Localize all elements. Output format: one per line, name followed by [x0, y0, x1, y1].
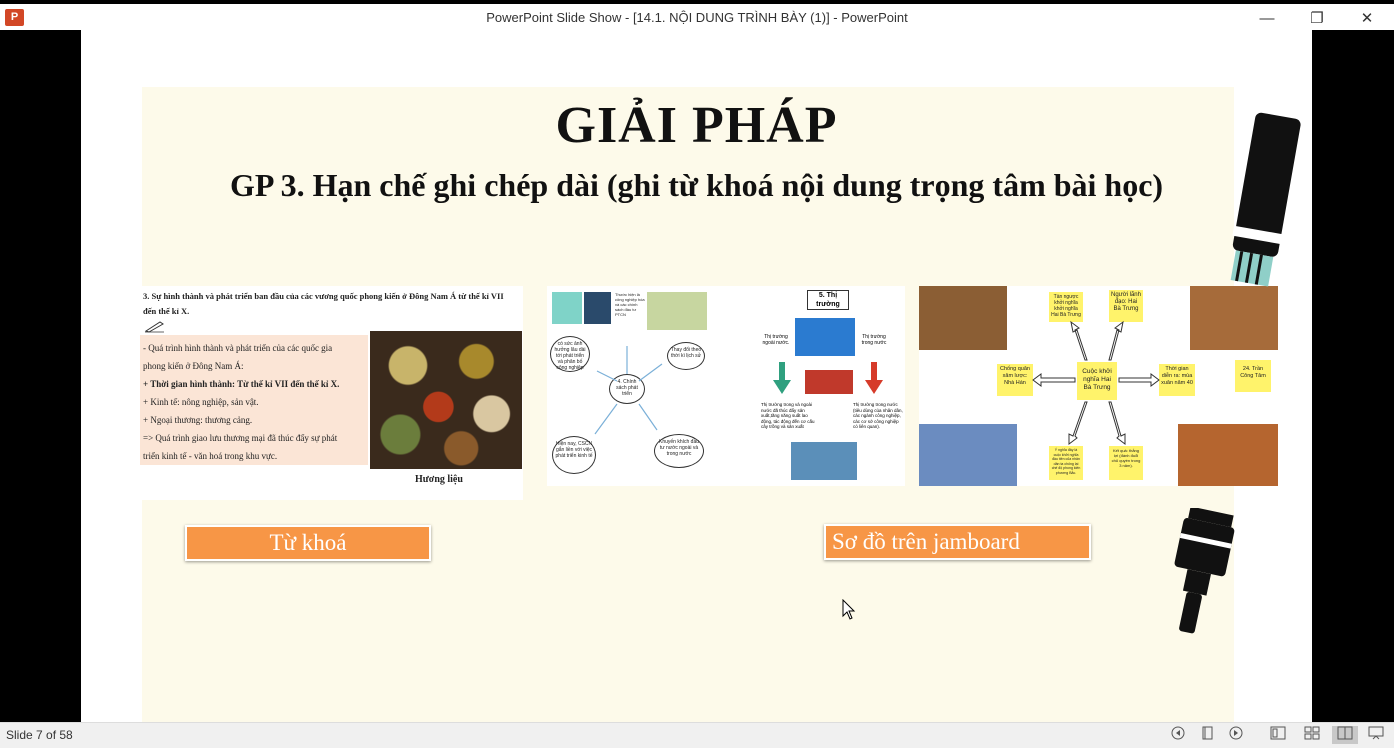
- slideshow-icon[interactable]: [1366, 726, 1386, 744]
- previous-icon[interactable]: [1168, 726, 1188, 744]
- reading-view-icon[interactable]: [1332, 726, 1358, 744]
- notes-line: + Kinh tế: nông nghiệp, sản vật.: [143, 397, 259, 407]
- notes-heading: 3. Sự hình thành và phát triển ban đầu c…: [143, 291, 504, 316]
- market-note-left: Thị trường trong và ngoài nước đã thúc đ…: [761, 402, 815, 429]
- notes-line: + Ngoại thương: thương cảng.: [143, 415, 253, 425]
- keywords-label[interactable]: Từ khoá: [185, 525, 431, 561]
- growth-image: [647, 292, 707, 330]
- market-in-label: Thị trường trong nước: [861, 334, 887, 346]
- slide-sorter-icon[interactable]: [1302, 726, 1322, 744]
- notes-line: triển kinh tế - văn hoá trong khu vực.: [143, 451, 278, 461]
- policy-market-diagram: Thước hiện là công nghiệp hóa và các chí…: [547, 286, 905, 486]
- keyword-notes-image: 3. Sự hình thành và phát triển ban đầu c…: [140, 286, 523, 500]
- slideshow-area[interactable]: GIẢI PHÁP GP 3. Hạn chế ghi chép dài (gh…: [0, 30, 1394, 722]
- note-top: Thước hiện là công nghiệp hóa và các chí…: [615, 292, 645, 317]
- slide-counter: Slide 7 of 58: [6, 728, 73, 742]
- window-title: PowerPoint Slide Show - [14.1. NỘI DUNG …: [486, 10, 908, 25]
- status-bar: Slide 7 of 58: [0, 722, 1394, 748]
- next-icon[interactable]: [1226, 726, 1246, 744]
- mouse-cursor-icon: [842, 599, 856, 620]
- notes-line: - Quá trình hình thành và phát triển của…: [143, 343, 333, 353]
- jamboard-mindmap: Tàn ngược khởi nghĩa khởi nghĩa Hai Bà T…: [919, 286, 1278, 486]
- market-note-right: Thị trường trong nước (tiêu dùng của nhâ…: [853, 402, 903, 429]
- market-out-label: Thị trường ngoài nước.: [762, 334, 790, 346]
- marker-pen-bottom-icon: [1174, 508, 1235, 634]
- market-title: 5. Thị trường: [807, 290, 849, 310]
- chart-image: [552, 292, 582, 324]
- slide-menu-icon[interactable]: [1197, 726, 1217, 744]
- slide[interactable]: GIẢI PHÁP GP 3. Hạn chế ghi chép dài (gh…: [81, 30, 1312, 722]
- slide-heading: GIẢI PHÁP: [555, 97, 838, 154]
- notes-body: - Quá trình hình thành và phát triển của…: [140, 335, 368, 465]
- market-arrows: [773, 362, 883, 394]
- notes-line: phong kiến ở Đông Nam Á:: [143, 361, 244, 371]
- city-image: [791, 442, 857, 480]
- notes-line: + Thời gian hình thành: Từ thế kỉ VII đế…: [143, 379, 340, 389]
- close-button[interactable]: ✕: [1344, 8, 1390, 30]
- market-image: [795, 318, 855, 356]
- diagram-arrows: [594, 346, 663, 435]
- restore-button[interactable]: ❐: [1294, 8, 1340, 30]
- mindmap-arrows: [1032, 320, 1160, 445]
- jamboard-label[interactable]: Sơ đồ trên jamboard: [824, 524, 1091, 560]
- photo-caption: Hương liệu: [415, 474, 463, 485]
- minimize-button[interactable]: —: [1244, 8, 1290, 30]
- pen-icon: [144, 321, 164, 333]
- notes-line: => Quá trình giao lưu thương mại đã thúc…: [143, 433, 338, 443]
- slide-subheading: GP 3. Hạn chế ghi chép dài (ghi từ khoá …: [229, 167, 1164, 203]
- spices-photo: [370, 331, 522, 469]
- businessman-image: [584, 292, 611, 324]
- marker-pen-top-icon: [1230, 112, 1301, 287]
- title-bar: P PowerPoint Slide Show - [14.1. NỘI DUN…: [0, 0, 1394, 30]
- normal-view-icon[interactable]: [1268, 726, 1288, 744]
